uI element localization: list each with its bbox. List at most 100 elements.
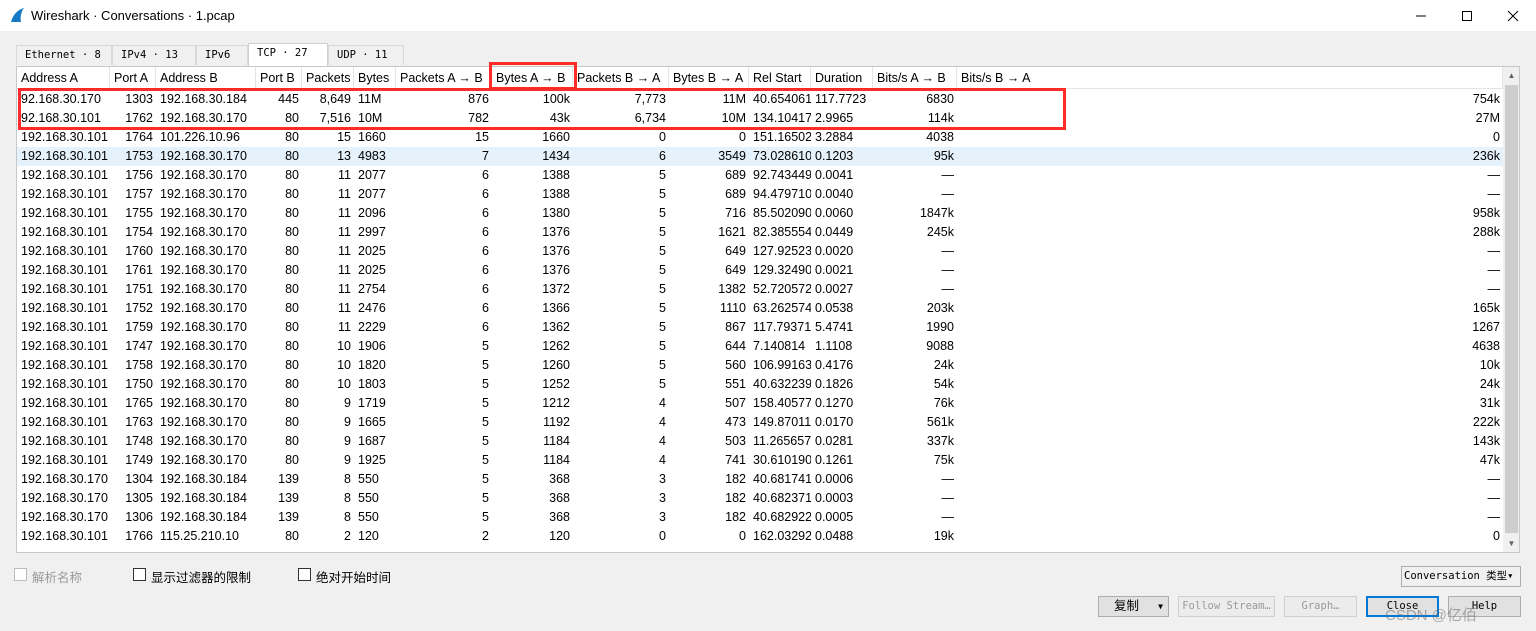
column-header-address-a[interactable]: Address A [17,67,110,89]
cell-port-a: 1765 [125,396,153,410]
cell-bits-b-a: 47k [1479,453,1500,467]
cell-duration: 0.1261 [815,453,854,467]
cell-duration: 3.2884 [815,130,854,144]
cell-bits-a-b: 245k [926,225,954,239]
column-header-bits-a-b[interactable]: Bits/s A → B [873,67,957,89]
maximize-button[interactable] [1444,0,1490,31]
cell-port-b: 445 [278,92,299,106]
tab-ipv6[interactable]: IPv6 [196,45,248,65]
cell-bytes: 2229 [358,320,386,334]
close-window-button[interactable] [1490,0,1536,31]
table-row[interactable]: 192.168.30.101 1765 192.168.30.170 80 9 1719 5… [17,394,1503,413]
column-header-duration[interactable]: Duration [811,67,873,89]
column-header-address-b[interactable]: Address B [156,67,256,89]
scroll-down-icon[interactable]: ▼ [1503,535,1519,552]
table-row[interactable]: 192.168.30.101 1763 192.168.30.170 80 9 1665 5… [17,413,1503,432]
column-header-rel-start[interactable]: Rel Start [749,67,811,89]
table-row[interactable]: 192.168.30.101 1753 192.168.30.170 80 13 4983… [17,147,1503,166]
cell-packets-a-b: 782 [468,111,489,125]
table-row[interactable]: 92.168.30.101 1762 192.168.30.170 80 7,516 10… [17,109,1503,128]
column-header-port-a[interactable]: Port A [110,67,156,89]
scrollbar-thumb[interactable] [1505,85,1518,533]
table-row[interactable]: 192.168.30.101 1758 192.168.30.170 80 10 1820… [17,356,1503,375]
tab-ethernet[interactable]: Ethernet · 8 [16,45,112,65]
column-header-packets-b-a[interactable]: Packets B → A [573,67,669,89]
table-row[interactable]: 192.168.30.101 1759 192.168.30.170 80 11 2229… [17,318,1503,337]
cell-rel-start: 149.870115 [753,415,811,429]
tab-udp[interactable]: UDP · 11 [328,45,404,65]
follow-stream-button[interactable]: Follow Stream… [1178,596,1275,617]
table-row[interactable]: 192.168.30.101 1751 192.168.30.170 80 11 2754… [17,280,1503,299]
cell-rel-start: 92.743449 [753,168,811,182]
table-row[interactable]: 192.168.30.101 1756 192.168.30.170 80 11 2077… [17,166,1503,185]
cell-duration: 0.0021 [815,263,854,277]
cell-packets-a-b: 6 [482,320,489,334]
column-header-bytes-b-a[interactable]: Bytes B → A [669,67,749,89]
table-row[interactable]: 192.168.30.101 1747 192.168.30.170 80 10 1906… [17,337,1503,356]
cell-port-b: 80 [285,529,299,543]
absolute-start-time-label: 绝对开始时间 [316,571,392,585]
table-row[interactable]: 192.168.30.101 1766 115.25.210.10 80 2 120 2 12… [17,527,1503,546]
cell-port-b: 80 [285,206,299,220]
cell-port-a: 1305 [125,491,153,505]
cell-packets-a-b: 5 [482,339,489,353]
table-row[interactable]: 192.168.30.101 1764 101.226.10.96 80 15 1660 1… [17,128,1503,147]
table-row[interactable]: 192.168.30.170 1305 192.168.30.184 139 8 550 5… [17,489,1503,508]
table-row[interactable]: 92.168.30.170 1303 192.168.30.184 445 8,649 1… [17,90,1503,109]
graph-button[interactable]: Graph… [1284,596,1357,617]
table-row[interactable]: 192.168.30.101 1760 192.168.30.170 80 11 2025… [17,242,1503,261]
conversation-type-dropdown[interactable]: Conversation 类型▾ [1401,566,1521,587]
cell-packets-b-a: 5 [659,282,666,296]
cell-bytes-b-a: 741 [725,453,746,467]
cell-duration: 5.4741 [815,320,854,334]
table-row[interactable]: 192.168.30.101 1748 192.168.30.170 80 9 1687 5… [17,432,1503,451]
cell-bits-b-a: 958k [1472,206,1500,220]
cell-bytes: 2077 [358,187,386,201]
column-header-packets-a-b[interactable]: Packets A → B [396,67,492,89]
cell-address-b: 192.168.30.170 [160,358,247,372]
tab-tcp[interactable]: TCP · 27 [248,43,328,66]
cell-port-a: 1763 [125,415,153,429]
cell-bytes-b-a: 716 [725,206,746,220]
cell-port-b: 80 [285,339,299,353]
cell-address-a: 192.168.30.101 [21,225,108,239]
minimize-button[interactable] [1398,0,1444,31]
cell-packets-a-b: 5 [482,377,489,391]
cell-bits-b-a: 143k [1472,434,1500,448]
table-row[interactable]: 192.168.30.101 1750 192.168.30.170 80 10 1803… [17,375,1503,394]
cell-packets-a-b: 5 [482,415,489,429]
column-header-packets[interactable]: Packets [302,67,354,89]
cell-packets: 8 [344,491,351,505]
cell-rel-start: 158.405776 [753,396,811,410]
cell-address-b: 192.168.30.170 [160,111,247,125]
cell-packets: 11 [338,244,351,258]
cell-rel-start: 127.925234 [753,244,811,258]
column-header-bits-b-a[interactable]: Bits/s B → A [957,67,1503,89]
column-header-bytes[interactable]: Bytes [354,67,396,89]
cell-packets-b-a: 6 [659,149,666,163]
cell-address-b: 192.168.30.170 [160,434,247,448]
tab-ipv4[interactable]: IPv4 · 13 [112,45,196,65]
table-row[interactable]: 192.168.30.101 1755 192.168.30.170 80 11 2096… [17,204,1503,223]
cell-bits-a-b: 54k [933,377,954,391]
vertical-scrollbar[interactable]: ▲ ▼ [1503,67,1519,552]
table-row[interactable]: 192.168.30.101 1749 192.168.30.170 80 9 1925 5… [17,451,1503,470]
cell-bits-b-a: 24k [1479,377,1500,391]
cell-rel-start: 30.610190 [753,453,811,467]
column-header-port-b[interactable]: Port B [256,67,302,89]
cell-bits-b-a: 1267 [1472,320,1500,334]
table-row[interactable]: 192.168.30.101 1757 192.168.30.170 80 11 2077… [17,185,1503,204]
cell-duration: 1.1108 [815,339,853,353]
scroll-up-icon[interactable]: ▲ [1503,67,1519,84]
cell-bytes-a-b: 1260 [542,358,570,372]
table-row[interactable]: 192.168.30.101 1754 192.168.30.170 80 11 2997… [17,223,1503,242]
table-row[interactable]: 192.168.30.170 1304 192.168.30.184 139 8 550 5… [17,470,1503,489]
copy-button[interactable]: 复制 ▼ [1098,596,1169,617]
cell-packets-a-b: 15 [475,130,489,144]
column-header-bytes-a-b[interactable]: Bytes A → B [492,67,573,89]
table-row[interactable]: 192.168.30.101 1761 192.168.30.170 80 11 2025… [17,261,1503,280]
table-row[interactable]: 192.168.30.170 1306 192.168.30.184 139 8 550 5… [17,508,1503,527]
table-row[interactable]: 192.168.30.101 1752 192.168.30.170 80 11 2476… [17,299,1503,318]
cell-packets-a-b: 5 [482,453,489,467]
cell-port-a: 1762 [125,111,153,125]
